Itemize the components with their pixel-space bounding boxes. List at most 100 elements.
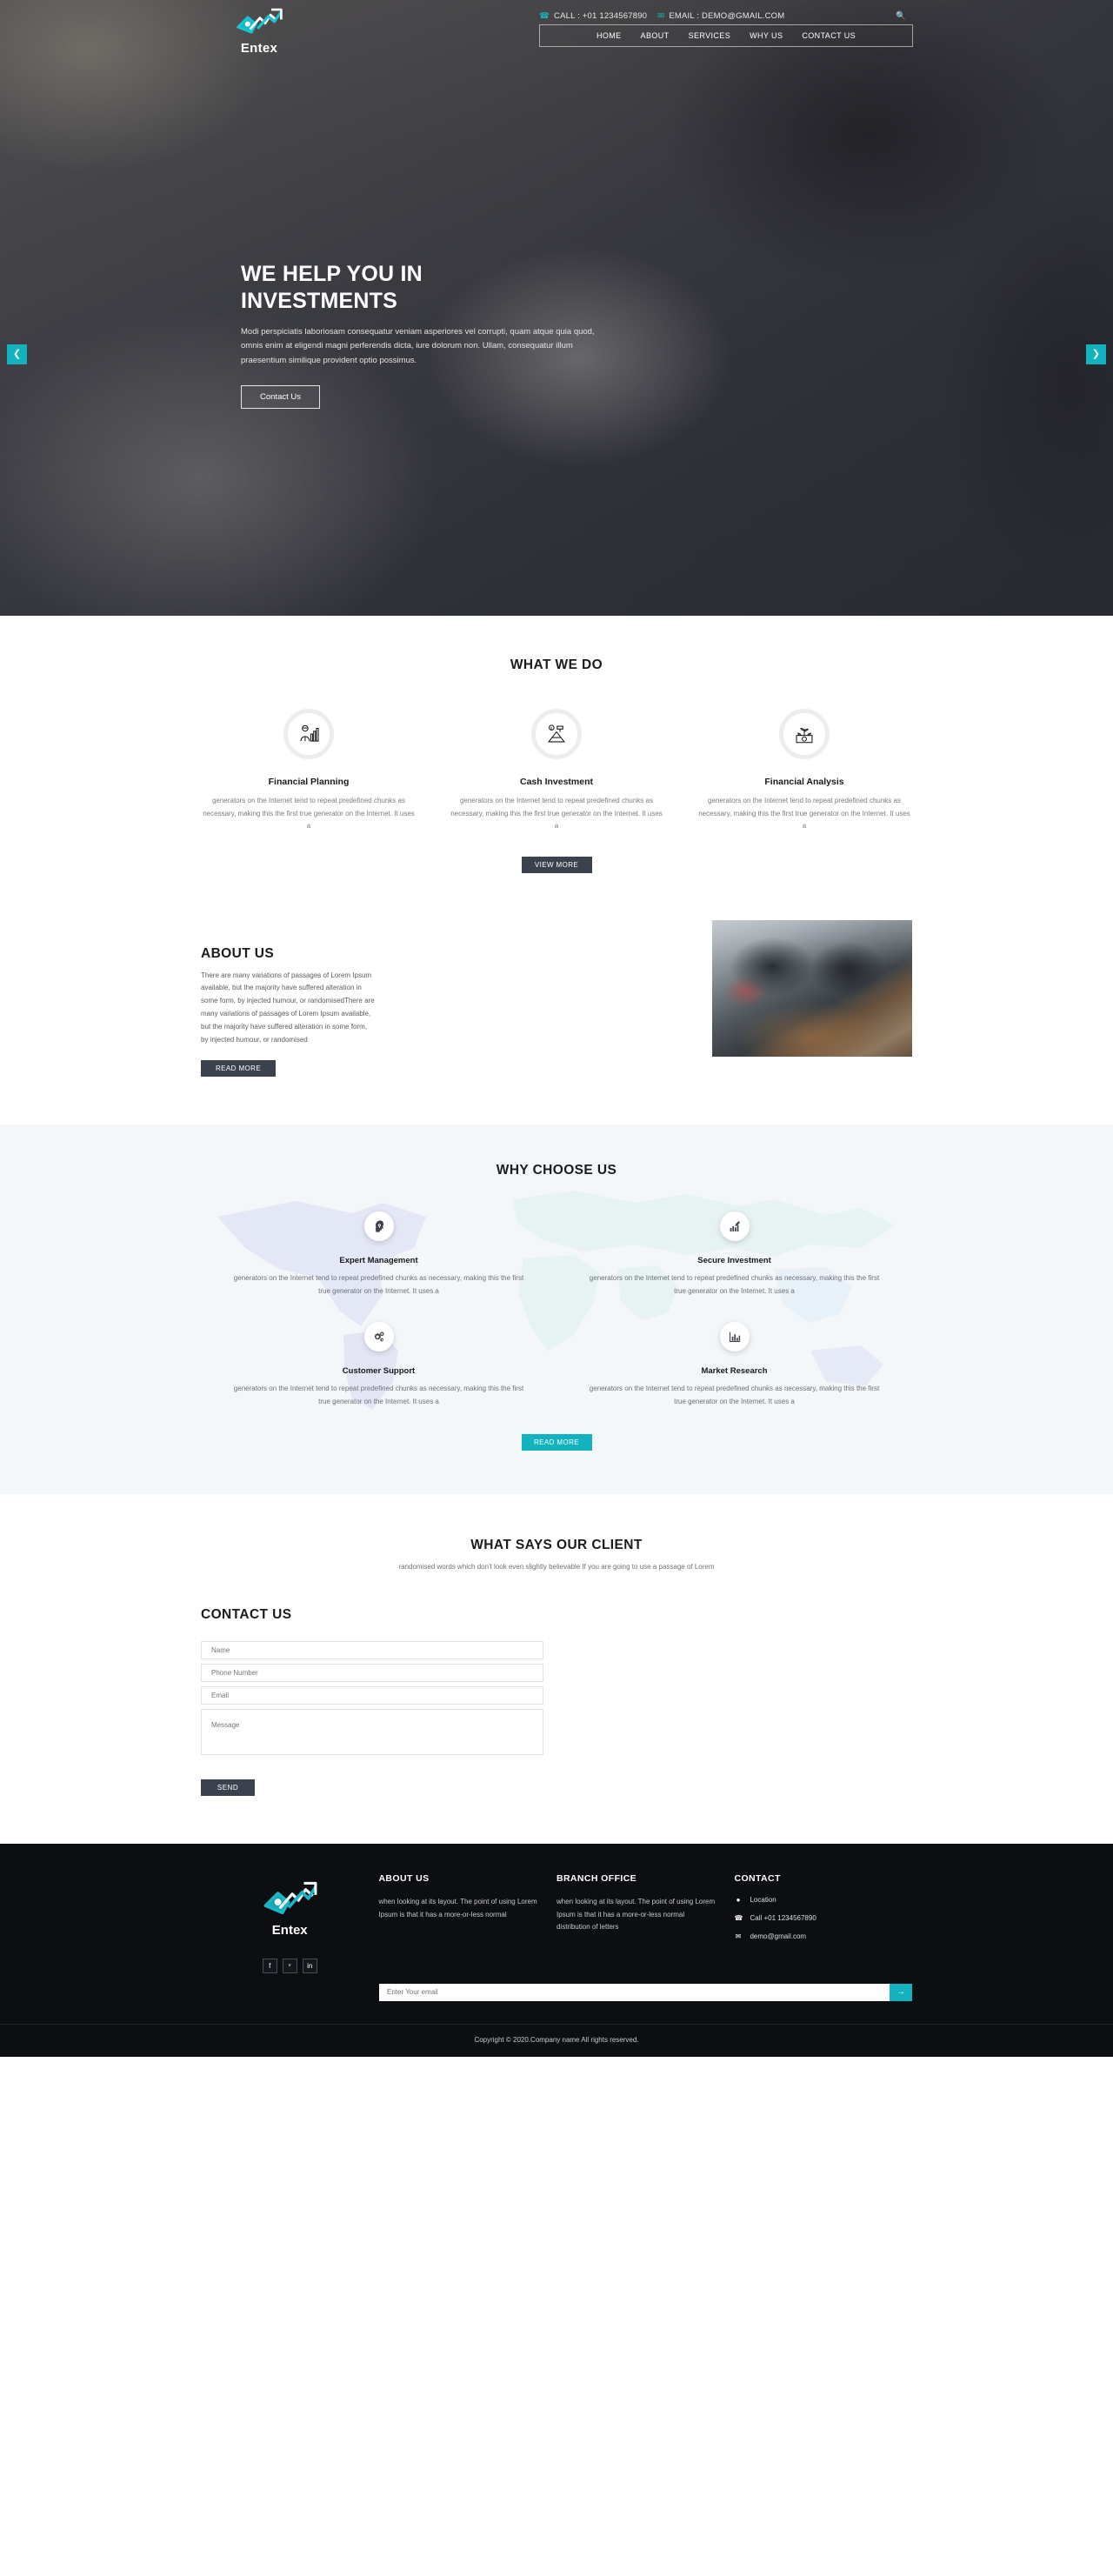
facebook-icon[interactable]: f [262,1958,277,1973]
header-email[interactable]: ✉ EMAIL : DEMO@GMAIL.COM [657,11,784,21]
logo[interactable]: Entex [207,3,311,56]
analyst-chart-icon [300,724,319,742]
money-plant-growth-icon [796,727,813,744]
footer-contact-title: CONTACT [734,1872,781,1884]
why-card-text: generators on the Internet tend to repea… [233,1274,524,1295]
main-nav: HOME ABOUT SERVICES WHY US CONTACT US [539,24,913,47]
nav-item-home[interactable]: HOME [587,25,631,46]
footer-branch-title: BRANCH OFFICE [556,1872,637,1884]
header-right: ☎ CALL : +01 1234567890 ✉ EMAIL : DEMO@G… [539,0,913,47]
why-card-text: generators on the Internet tend to repea… [589,1385,880,1405]
services-title: WHAT WE DO [510,657,603,672]
service-title: Financial Analysis [764,777,844,787]
services-view-more-button[interactable]: VIEW MORE [521,856,592,873]
map-pin-icon: ● [736,1895,741,1904]
nav-item-about[interactable]: ABOUT [631,25,679,46]
hero-title-line1: WE HELP YOU IN [241,262,423,286]
contact-form: SEND [201,1640,543,1796]
twitter-icon[interactable]: ᵛ [282,1958,297,1973]
testimonial-subtitle: randomised words which don't look even s… [398,1562,715,1571]
nav-item-contact-us[interactable]: CONTACT US [792,25,865,46]
bar-chart-icon [729,1331,740,1343]
footer-email-item[interactable]: ✉ demo@gmail.com [734,1932,893,1940]
newsletter-email-input[interactable] [379,1983,890,2001]
footer-location-item[interactable]: ● Location [734,1896,893,1904]
message-input[interactable] [201,1708,543,1755]
testimonial-title: WHAT SAYS OUR CLIENT [470,1537,643,1552]
social-links: f ᵛ in [201,1958,378,1973]
why-card-title: Customer Support [342,1366,416,1377]
about-image [712,919,912,1057]
why-icon-circle [363,1211,394,1242]
service-card[interactable]: $ Cash Investment generators on the Inte… [449,709,664,833]
service-text: generators on the Internet tend to repea… [698,797,910,831]
footer-contact-list: ● Location ☎ Call +01 1234567890 ✉ demo@… [734,1896,893,1940]
linkedin-icon[interactable]: in [302,1958,317,1973]
why-card[interactable]: Expert Management generators on the Inte… [201,1211,556,1298]
footer-about-column: ABOUT US when looking at its layout. The… [378,1873,556,1973]
money-arrow-growth-icon [237,8,283,34]
why-title: WHY CHOOSE US [496,1163,617,1178]
logo-text: Entex [240,41,278,56]
brain-head-icon [375,1220,383,1233]
why-card[interactable]: Secure Investment generators on the Inte… [556,1211,912,1298]
hero-section: Entex ☎ CALL : +01 1234567890 ✉ EMAIL : … [0,0,1113,616]
services-section: WHAT WE DO Financial Planning generators… [0,616,1113,873]
nav-item-why-us[interactable]: WHY US [740,25,792,46]
phone-icon: ☎ [734,1913,743,1922]
why-card-text: generators on the Internet tend to repea… [233,1385,524,1405]
footer-branch-text: when looking at its layout. The point of… [556,1897,716,1932]
header-call-label: CALL : +01 1234567890 [554,10,648,21]
pen-chart-icon [730,1221,740,1232]
svg-text:$: $ [550,725,553,730]
newsletter-submit-button[interactable]: → [890,1983,912,2001]
why-read-more-button[interactable]: READ MORE [521,1433,592,1451]
money-arrow-growth-icon [263,1881,317,1915]
why-card-title: Secure Investment [697,1256,771,1266]
envelope-icon: ✉ [735,1932,742,1940]
why-card[interactable]: Market Research generators on the Intern… [556,1322,912,1408]
footer-brand: Entex f ᵛ in [201,1873,378,1973]
hero-contact-button[interactable]: Contact Us [241,384,320,409]
service-icon-circle [779,709,830,759]
chevron-right-icon: ❯ [1091,349,1101,359]
header-call[interactable]: ☎ CALL : +01 1234567890 [539,11,647,21]
phone-input[interactable] [201,1663,543,1682]
nav-item-services[interactable]: SERVICES [679,25,741,46]
hero-paragraph: Modi perspiciatis laboriosam consequatur… [241,327,595,365]
carousel-next-button[interactable]: ❯ [1086,344,1106,364]
service-card[interactable]: Financial Analysis generators on the Int… [696,709,912,833]
service-text: generators on the Internet tend to repea… [450,797,663,831]
search-icon[interactable]: 🔍 [896,11,906,21]
footer-location-label: Location [750,1895,776,1904]
footer-email-label: demo@gmail.com [750,1932,807,1940]
service-title: Financial Planning [268,777,350,787]
header-contact-strip: ☎ CALL : +01 1234567890 ✉ EMAIL : DEMO@G… [539,0,913,24]
chevron-left-icon: ❮ [12,349,22,359]
footer-branch-column: BRANCH OFFICE when looking at its layout… [556,1873,735,1973]
send-button[interactable]: SEND [201,1779,255,1796]
contact-title: CONTACT US [201,1606,292,1622]
footer-phone-item[interactable]: ☎ Call +01 1234567890 [734,1914,893,1922]
testimonial-section: WHAT SAYS OUR CLIENT randomised words wh… [0,1494,1113,1571]
why-icon-circle [719,1211,750,1242]
service-card[interactable]: Financial Planning generators on the Int… [201,709,417,833]
about-paragraph: There are many variations of passages of… [201,971,375,1044]
contact-section: CONTACT US SEND [0,1571,1113,1844]
footer-about-title: ABOUT US [378,1872,430,1884]
name-input[interactable] [201,1640,543,1659]
hero-title-line2: INVESTMENTS [241,288,397,313]
footer-brand-name: Entex [271,1922,308,1938]
carousel-prev-button[interactable]: ❮ [7,344,27,364]
footer-contact-column: CONTACT ● Location ☎ Call +01 1234567890… [734,1873,912,1973]
phone-icon: ☎ [539,10,550,21]
email-input[interactable] [201,1685,543,1705]
copyright-text: Copyright © 2020.Company name All rights… [0,2023,1113,2057]
why-icon-circle [363,1322,394,1352]
why-grid: Expert Management generators on the Inte… [201,1211,912,1432]
page-root: Entex ☎ CALL : +01 1234567890 ✉ EMAIL : … [0,0,1113,2057]
about-read-more-button[interactable]: READ MORE [201,1060,277,1078]
why-card[interactable]: Customer Support generators on the Inter… [201,1322,556,1408]
footer-phone-label: Call +01 1234567890 [750,1913,816,1922]
about-section: ABOUT US There are many variations of pa… [0,873,1113,1078]
